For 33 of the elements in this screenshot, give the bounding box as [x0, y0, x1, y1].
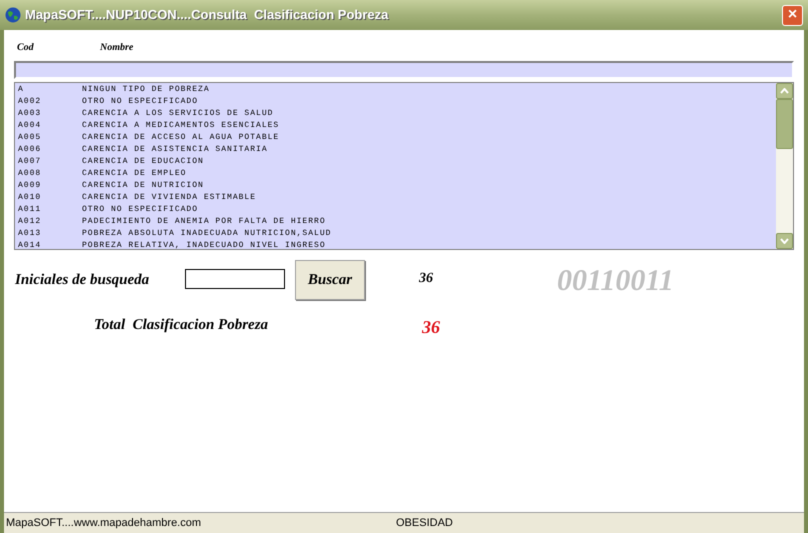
total-value: 36: [422, 316, 440, 339]
list-row[interactable]: A014 POBREZA RELATIVA, INADECUADO NIVEL INGRESO: [15, 240, 776, 252]
list-row[interactable]: A004 CARENCIA A MEDICAMENTOS ESENCIALES: [15, 120, 776, 132]
list-row[interactable]: A011 OTRO NO ESPECIFICADO: [15, 204, 776, 216]
list-row[interactable]: A003 CARENCIA A LOS SERVICIOS DE SALUD: [15, 108, 776, 120]
code-display: 00110011: [557, 262, 674, 298]
window-title: MapaSOFT....NUP10CON....Consulta Clasificacion Pobreza: [25, 6, 390, 24]
scrollbar[interactable]: [776, 83, 793, 249]
list-row[interactable]: A005 CARENCIA DE ACCESO AL AGUA POTABLE: [15, 132, 776, 144]
total-label: Total Clasificacion Pobreza: [94, 316, 270, 336]
scroll-up-icon[interactable]: [776, 83, 793, 99]
list-row[interactable]: A013 POBREZA ABSOLUTA INADECUADA NUTRICION,SALUD: [15, 228, 776, 240]
search-field[interactable]: [185, 269, 285, 289]
list-row[interactable]: A008 CARENCIA DE EMPLEO: [15, 168, 776, 180]
globe-icon: [5, 7, 21, 23]
list-row[interactable]: A007 CARENCIA DE EDUCACION: [15, 156, 776, 168]
close-button[interactable]: ×: [782, 4, 803, 26]
list-row[interactable]: A009 CARENCIA DE NUTRICION: [15, 180, 776, 192]
list-row[interactable]: A006 CARENCIA DE ASISTENCIA SANITARIA: [15, 144, 776, 156]
result-count: 36: [419, 270, 433, 288]
list-row[interactable]: A NINGUN TIPO DE POBREZA: [15, 84, 776, 96]
code-field[interactable]: [14, 61, 794, 79]
status-text: MapaSOFT....www.mapadehambre.com: [6, 516, 202, 531]
scroll-down-icon[interactable]: [776, 233, 793, 249]
search-button[interactable]: Buscar: [295, 260, 365, 300]
scroll-thumb[interactable]: [776, 99, 793, 149]
search-label: Iniciales de busqueda: [15, 270, 150, 290]
status-text: OBESIDAD: [396, 516, 453, 531]
list-row[interactable]: A012 PADECIMIENTO DE ANEMIA POR FALTA DE HIERRO: [15, 216, 776, 228]
list-row[interactable]: A002 OTRO NO ESPECIFICADO: [15, 96, 776, 108]
column-header: Nombre: [100, 41, 134, 54]
column-header: Cod: [16, 41, 35, 54]
list-row[interactable]: A010 CARENCIA DE VIVIENDA ESTIMABLE: [15, 192, 776, 204]
